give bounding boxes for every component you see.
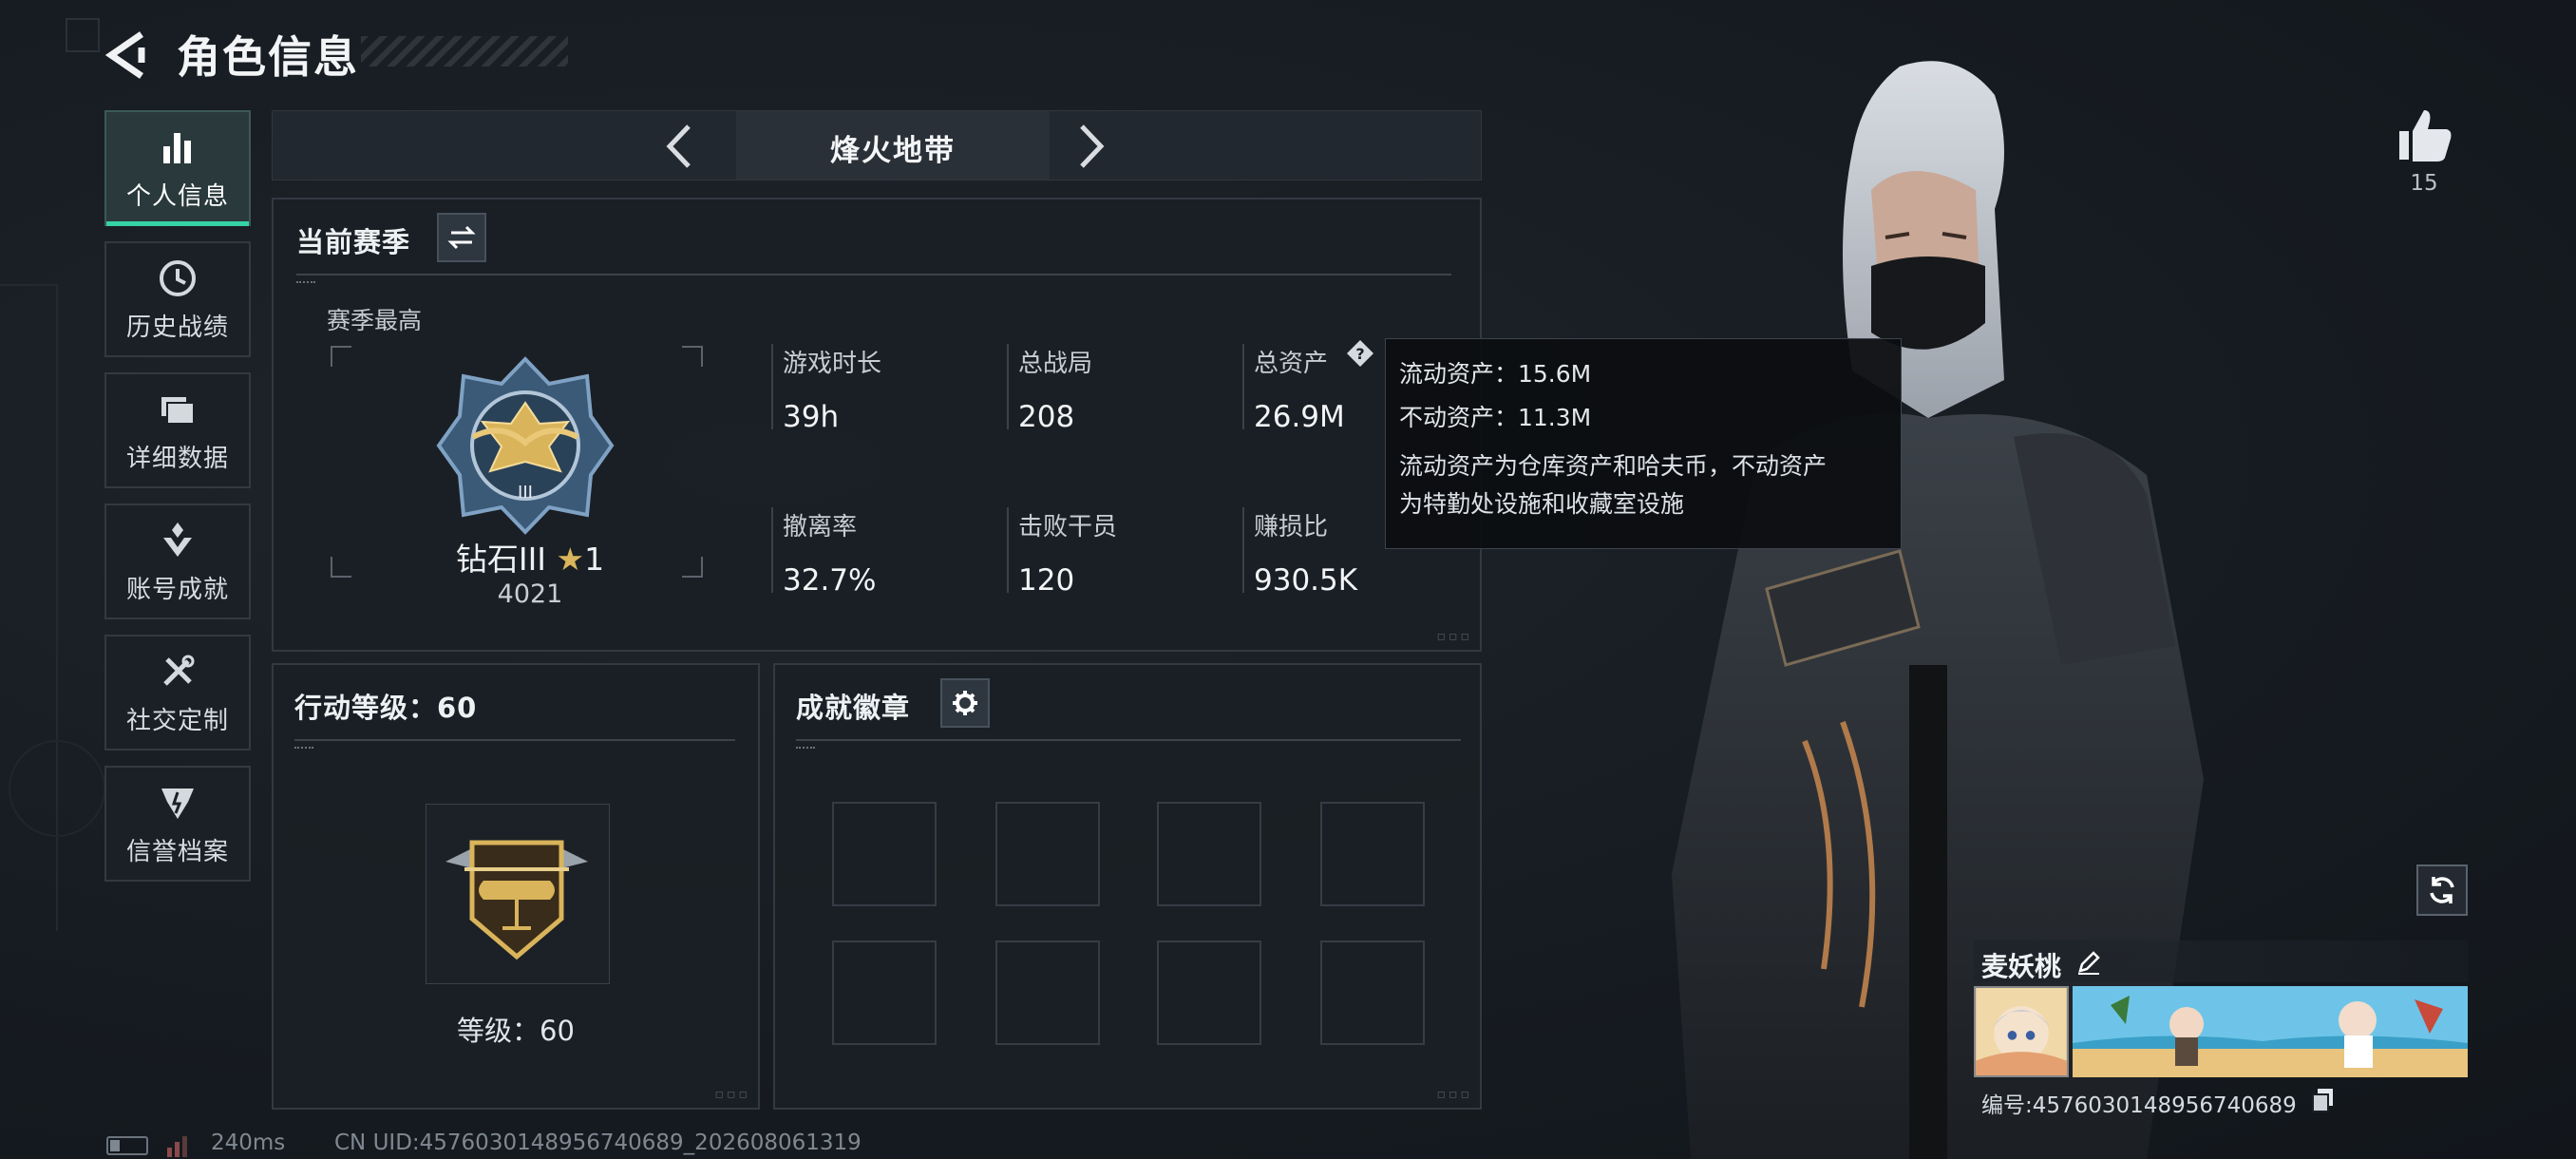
achievement-settings-button[interactable]	[940, 678, 990, 728]
tooltip-description-line: 流动资产为仓库资产和哈夫币，不动资产	[1399, 452, 1828, 480]
achievement-title: 成就徽章	[796, 692, 911, 724]
player-name: 麦妖桃	[1981, 951, 2062, 982]
achievement-panel: 成就徽章 ▫▫▫	[773, 663, 1482, 1110]
svg-text:?: ?	[1355, 345, 1364, 363]
chevron-left-icon[interactable]	[653, 119, 710, 174]
diamond-rank-badge: III	[436, 356, 615, 535]
corner-decoration: ▫▫▫	[714, 1087, 750, 1102]
divider	[296, 274, 1451, 283]
svg-text:III: III	[518, 483, 533, 503]
divider	[796, 739, 1461, 749]
player-banner[interactable]	[2073, 986, 2468, 1077]
badge-slot[interactable]	[1157, 802, 1261, 906]
nav-label: 个人信息	[125, 181, 229, 211]
rank-name: 钻石III	[455, 541, 547, 578]
ping-readout: 240ms	[211, 1130, 286, 1155]
season-best-label: 赛季最高	[327, 307, 423, 334]
badge-slot[interactable]	[832, 802, 937, 906]
badge-slot[interactable]	[1320, 940, 1425, 1045]
stat-value: 208	[1018, 400, 1075, 434]
badge-slot[interactable]	[995, 940, 1100, 1045]
stat-value: 32.7%	[783, 563, 877, 598]
tooltip-description-line: 为特勤处设施和收藏室设施	[1399, 490, 1685, 518]
clock-icon	[160, 259, 196, 296]
season-switch-button[interactable]	[437, 213, 486, 262]
nav-item-history[interactable]: 历史战绩	[104, 241, 251, 357]
chevron-right-icon[interactable]	[1061, 119, 1118, 174]
swap-icon	[447, 225, 476, 250]
stat-label: 击败干员	[1018, 513, 1118, 542]
refresh-button[interactable]	[2416, 864, 2468, 916]
like-count: 15	[2410, 171, 2438, 196]
helicopter-level-badge	[445, 840, 588, 960]
stat-value: 930.5K	[1254, 563, 1358, 598]
title-decoration	[361, 36, 568, 66]
stat-value: 120	[1018, 563, 1075, 598]
nav-label: 社交定制	[125, 706, 229, 735]
mode-display: 烽火地带	[736, 111, 1050, 180]
tools-icon	[163, 655, 195, 686]
nav-label: 信誉档案	[125, 837, 229, 866]
rank-stars: 1	[584, 541, 605, 578]
stat-label: 总战局	[1018, 350, 1093, 378]
page-title: 角色信息	[177, 31, 359, 83]
season-panel: 当前赛季 赛季最高 III 钻石III ★1 4021 游戏时长 39h 总战局…	[272, 198, 1482, 652]
rank-score: 4021	[497, 580, 563, 609]
nav-item-personal-info[interactable]: 个人信息	[104, 110, 251, 226]
bar-chart-icon	[163, 132, 191, 163]
rank-name-row: 钻石III ★1	[435, 534, 625, 580]
uid-text: CN UID:4576030148956740689_202608061319	[334, 1130, 862, 1155]
stat-value: 39h	[783, 400, 840, 434]
help-icon[interactable]: ?	[1345, 338, 1375, 369]
divider	[294, 739, 735, 749]
corner-decoration: ▫▫▫	[1436, 629, 1472, 644]
stat-kills: 击败干员 120	[1007, 507, 1225, 598]
mode-selector: 烽火地带	[272, 110, 1482, 180]
assets-tooltip: 流动资产：15.6M 不动资产：11.3M 流动资产为仓库资产和哈夫币，不动资产…	[1385, 338, 1902, 549]
nav-item-detail-data[interactable]: 详细数据	[104, 372, 251, 488]
nav-item-social[interactable]: 社交定制	[104, 635, 251, 750]
badge-slot[interactable]	[1157, 940, 1261, 1045]
nav-label: 历史战绩	[125, 313, 229, 342]
player-avatar[interactable]	[1974, 986, 2069, 1077]
achievement-icon	[163, 522, 192, 557]
level-text: 等级：60	[457, 1015, 575, 1047]
badge-slot[interactable]	[995, 802, 1100, 906]
stat-label: 游戏时长	[783, 350, 882, 378]
tooltip-description: 流动资产为仓库资产和哈夫币，不动资产 为特勤处设施和收藏室设施	[1399, 447, 1887, 523]
back-arrow-icon[interactable]	[100, 27, 157, 84]
nav-label: 账号成就	[125, 575, 229, 604]
copy-icon[interactable]	[2310, 1087, 2337, 1113]
action-level-panel: 行动等级：60 等级：60 ▫▫▫	[272, 663, 760, 1110]
nav-item-reputation[interactable]: 信誉档案	[104, 766, 251, 882]
badge-slot[interactable]	[1320, 802, 1425, 906]
like-icon[interactable]	[2392, 103, 2456, 167]
nav-label: 详细数据	[125, 444, 229, 473]
edit-icon[interactable]	[2074, 948, 2103, 977]
nav-item-achievements[interactable]: 账号成就	[104, 504, 251, 619]
shield-icon	[161, 788, 194, 819]
tooltip-liquid-assets: 流动资产：15.6M	[1399, 360, 1592, 388]
badge-slot[interactable]	[832, 940, 937, 1045]
stat-label: 撤离率	[783, 513, 858, 542]
stat-extract-rate: 撤离率 32.7%	[771, 507, 990, 598]
gear-icon	[953, 691, 977, 715]
action-level-title: 行动等级：60	[294, 692, 478, 724]
stat-playtime: 游戏时长 39h	[771, 344, 990, 434]
stat-total-matches: 总战局 208	[1007, 344, 1225, 434]
battery-icon	[106, 1136, 148, 1155]
mode-label: 烽火地带	[830, 134, 956, 168]
signal-icon	[167, 1136, 187, 1157]
player-id: 编号:4576030148956740689	[1981, 1093, 2297, 1118]
tooltip-fixed-assets: 不动资产：11.3M	[1399, 404, 1592, 431]
refresh-icon	[2430, 877, 2454, 903]
corner-decoration: ▫▫▫	[1436, 1087, 1472, 1102]
level-badge-frame	[426, 804, 610, 984]
star-icon: ★	[556, 541, 585, 578]
side-nav: 个人信息 历史战绩 详细数据 账号成就 社交定制 信誉档案	[104, 110, 251, 897]
folder-icon	[161, 396, 195, 425]
season-title: 当前赛季	[296, 226, 411, 258]
